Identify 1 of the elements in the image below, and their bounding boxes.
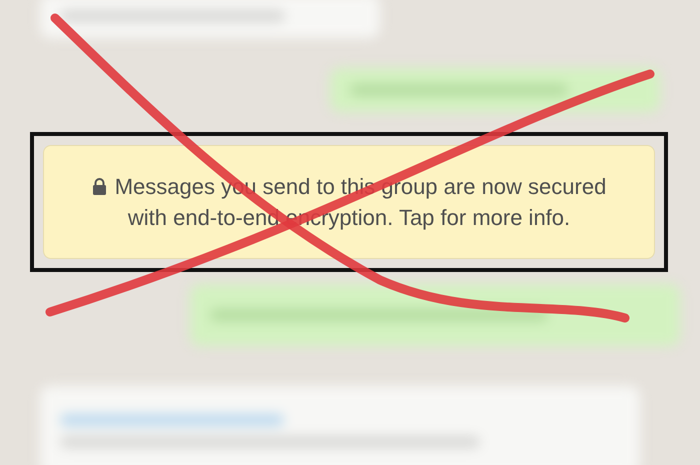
lock-icon — [92, 178, 107, 195]
